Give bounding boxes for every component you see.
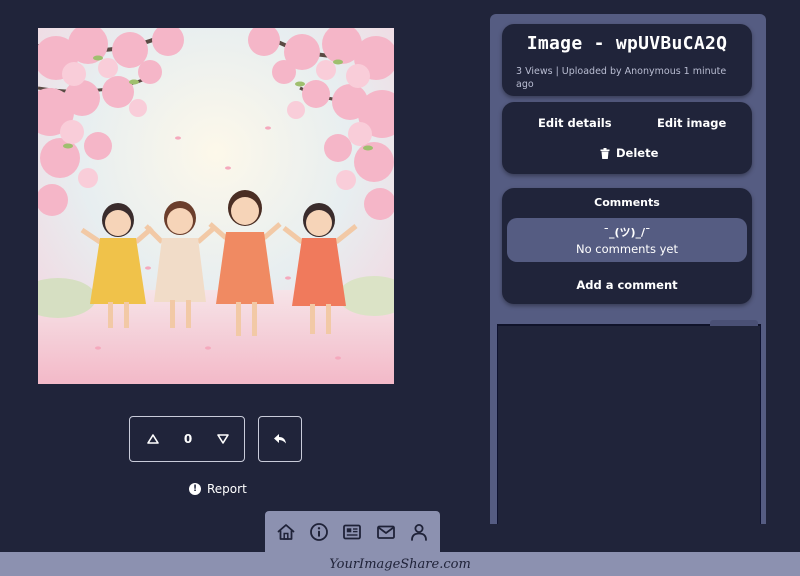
triangle-down-icon: [217, 434, 229, 444]
nav-mail-button[interactable]: [373, 519, 399, 545]
share-button[interactable]: [258, 416, 302, 462]
image-title: Image - wpUVBuCA2Q: [526, 33, 728, 54]
uploaded-photo: [38, 28, 394, 384]
shrug-face: ¯_(ツ)_/¯: [603, 226, 651, 239]
upvote-button[interactable]: [146, 432, 160, 446]
edit-image-button[interactable]: Edit image: [657, 116, 726, 130]
triangle-up-icon: [147, 434, 159, 444]
frame-tab: [710, 320, 758, 326]
add-comment-button[interactable]: Add a comment: [502, 278, 752, 292]
delete-label: Delete: [616, 146, 659, 160]
footer: YourImageShare.com: [0, 552, 800, 576]
nav-info-button[interactable]: [306, 519, 332, 545]
trash-icon: [600, 147, 610, 159]
nav-home-button[interactable]: [273, 519, 299, 545]
report-label: Report: [207, 482, 247, 496]
mail-icon: [376, 525, 395, 539]
user-icon: [411, 523, 428, 541]
nav-news-button[interactable]: [339, 519, 365, 545]
vote-count: 0: [183, 432, 193, 446]
nav-profile-button[interactable]: [406, 519, 432, 545]
report-button[interactable]: ! Report: [189, 482, 247, 496]
comments-title: Comments: [594, 196, 660, 209]
newspaper-icon: [343, 524, 362, 539]
embed-frame: [497, 320, 761, 524]
side-panel: Image - wpUVBuCA2Q 3 Views | Uploaded by…: [490, 14, 766, 524]
exclamation-circle-icon: !: [189, 483, 201, 495]
no-comments-text: No comments yet: [576, 242, 678, 256]
image-actions-card: Edit details Edit image Delete: [502, 102, 752, 174]
footer-brand[interactable]: YourImageShare.com: [329, 557, 471, 572]
delete-button[interactable]: Delete: [600, 146, 658, 160]
info-icon: [310, 522, 328, 541]
downvote-button[interactable]: [216, 432, 230, 446]
edit-details-button[interactable]: Edit details: [538, 116, 612, 130]
share-arrow-icon: [274, 434, 286, 444]
bottom-nav: [265, 511, 440, 552]
main-image: [38, 28, 394, 384]
comments-empty-state: ¯_(ツ)_/¯ No comments yet: [507, 218, 747, 262]
vote-controls: 0: [129, 416, 245, 462]
comments-card: Comments ¯_(ツ)_/¯ No comments yet Add a …: [502, 188, 752, 304]
home-icon: [277, 523, 295, 540]
image-info-card: Image - wpUVBuCA2Q 3 Views | Uploaded by…: [502, 24, 752, 96]
image-meta: 3 Views | Uploaded by Anonymous 1 minute…: [516, 66, 727, 90]
